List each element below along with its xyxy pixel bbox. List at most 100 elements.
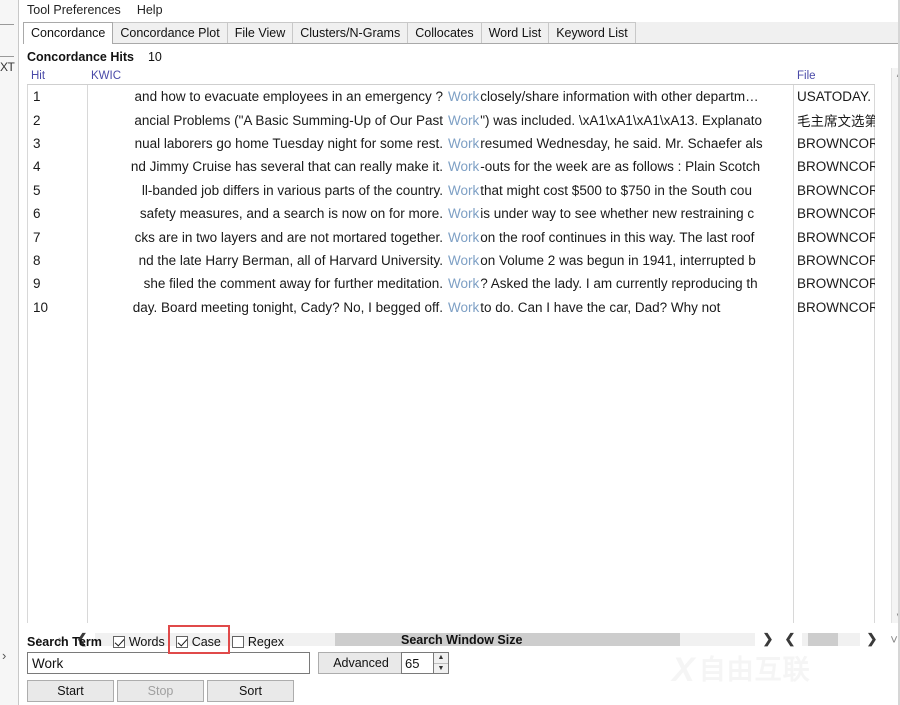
stepper-buttons[interactable]: ▲ ▼ [433,652,449,674]
cell-kwic: safety measures, and a search is now on … [87,206,793,221]
cell-kwic: cks are in two layers and are not mortar… [87,230,793,245]
menu-item-help[interactable]: Help [129,2,171,19]
tab-collocates[interactable]: Collocates [408,22,481,43]
tab-file-view[interactable]: File View [228,22,293,43]
regex-checkbox[interactable]: Regex [232,635,284,649]
cell-hit: 2 [27,113,87,128]
search-window-size-input[interactable] [401,652,433,674]
kwic-right-context: closely/share information with other dep… [479,89,791,104]
kwic-right-context: -outs for the week are as follows : Plai… [479,159,791,174]
cell-file: BROWNCOR [793,253,875,268]
tab-concordance[interactable]: Concordance [23,22,113,44]
cell-file: BROWNCOR [793,183,875,198]
cell-file: BROWNCOR [793,230,875,245]
kwic-left-context: nd Jimmy Cruise has several that can rea… [131,159,443,174]
column-header-kwic[interactable]: KWIC [87,68,793,85]
table-row[interactable]: 9 she filed the comment away for further… [27,272,891,295]
table-row[interactable]: 10 day. Board meeting tonight, Cady? No,… [27,296,891,319]
tab-bar-filler [636,22,900,43]
cell-kwic: she filed the comment away for further m… [87,276,793,291]
kwic-left-context: nual laborers go home Tuesday night for … [135,136,443,151]
table-body[interactable]: 1 and how to evacuate employees in an em… [27,85,891,623]
stepper-down-icon[interactable]: ▼ [434,664,448,674]
regex-checkbox-label: Regex [248,635,284,649]
kwic-node-word: Work [443,159,479,174]
kwic-left-context: ll-banded job differs in various parts o… [142,183,443,198]
cell-file: 毛主席文选第 [793,110,875,130]
table-row[interactable]: 5 ll-banded job differs in various parts… [27,179,891,202]
checkbox-icon[interactable] [176,636,188,648]
tab-clusters-ngrams[interactable]: Clusters/N-Grams [293,22,408,43]
cell-hit: 9 [27,276,87,291]
table-row[interactable]: 4 nd Jimmy Cruise has several that can r… [27,155,891,178]
cell-kwic: and how to evacuate employees in an emer… [87,89,793,104]
kwic-node-word: Work [443,136,479,151]
table-header-row: Hit KWIC File [27,68,891,85]
kwic-left-context: cks are in two layers and are not mortar… [135,230,443,245]
kwic-right-context: on the roof continues in this way. The l… [479,230,791,245]
search-controls: Search Term Words Case Regex Search Wind… [23,630,900,705]
cell-kwic: nual laborers go home Tuesday night for … [87,136,793,151]
case-checkbox[interactable]: Case [176,635,221,649]
sort-button[interactable]: Sort [207,680,294,702]
cell-file: BROWNCOR [793,276,875,291]
cell-kwic: day. Board meeting tonight, Cady? No, I … [87,300,793,315]
tab-keyword-list[interactable]: Keyword List [549,22,636,43]
search-input[interactable] [27,652,310,674]
column-header-hit[interactable]: Hit [27,68,87,85]
kwic-node-word: Work [443,206,479,221]
kwic-left-context: and how to evacuate employees in an emer… [135,89,443,104]
kwic-node-word: Work [443,253,479,268]
menu-item-tool-preferences[interactable]: Tool Preferences [19,2,129,19]
case-checkbox-label: Case [192,635,221,649]
cell-hit: 4 [27,159,87,174]
cell-hit: 7 [27,230,87,245]
advanced-button[interactable]: Advanced [318,652,404,674]
cell-kwic: ancial Problems ("A Basic Summing-Up of … [87,113,793,128]
table-row[interactable]: 7 cks are in two layers and are not mort… [27,225,891,248]
kwic-right-context: on Volume 2 was begun in 1941, interrupt… [479,253,791,268]
cell-hit: 1 [27,89,87,104]
checkbox-icon[interactable] [232,636,244,648]
kwic-left-context: safety measures, and a search is now on … [140,206,443,221]
kwic-node-word: Work [443,300,479,315]
cell-hit: 3 [27,136,87,151]
kwic-right-context: ? Asked the lady. I am currently reprodu… [479,276,791,291]
table-row[interactable]: 6 safety measures, and a search is now o… [27,202,891,225]
search-input-row: Advanced [27,652,404,674]
checkbox-icon[interactable] [113,636,125,648]
cell-hit: 5 [27,183,87,198]
search-window-size-stepper[interactable]: ▲ ▼ [401,652,449,674]
table-row[interactable]: 8 nd the late Harry Berman, all of Harva… [27,249,891,272]
sidebar-expand-icon[interactable]: › [2,648,6,663]
kwic-node-word: Work [443,230,479,245]
kwic-right-context: is under way to see whether new restrain… [479,206,791,221]
kwic-left-context: ancial Problems ("A Basic Summing-Up of … [134,113,443,128]
kwic-node-word: Work [443,276,479,291]
table-row[interactable]: 1 and how to evacuate employees in an em… [27,85,891,108]
kwic-right-context: to do. Can I have the car, Dad? Why not [479,300,791,315]
search-window-size-label: Search Window Size [401,633,522,647]
main-panel: Concordance Concordance Plot File View C… [23,20,900,705]
stepper-up-icon[interactable]: ▲ [434,653,448,664]
tab-concordance-plot[interactable]: Concordance Plot [113,22,227,43]
words-checkbox[interactable]: Words [113,635,165,649]
kwic-node-word: Work [443,113,479,128]
kwic-left-context: nd the late Harry Berman, all of Harvard… [139,253,443,268]
concordance-hits-label: Concordance Hits [27,50,134,64]
table-row[interactable]: 3 nual laborers go home Tuesday night fo… [27,132,891,155]
table-row[interactable]: 2 ancial Problems ("A Basic Summing-Up o… [27,108,891,131]
search-action-row: Start Stop Sort [27,680,297,702]
cell-hit: 10 [27,300,87,315]
start-button[interactable]: Start [27,680,114,702]
collapsed-left-sidebar[interactable]: XT › [0,0,19,705]
kwic-left-context: day. Board meeting tonight, Cady? No, I … [133,300,443,315]
cell-file: BROWNCOR [793,300,875,315]
kwic-right-context: resumed Wednesday, he said. Mr. Schaefer… [479,136,791,151]
concordance-hits-count: 10 [148,50,162,64]
tab-word-list[interactable]: Word List [482,22,550,43]
cell-kwic: nd Jimmy Cruise has several that can rea… [87,159,793,174]
kwic-right-context: that might cost $500 to $750 in the Sout… [479,183,791,198]
column-header-file[interactable]: File [793,68,875,85]
cell-hit: 8 [27,253,87,268]
